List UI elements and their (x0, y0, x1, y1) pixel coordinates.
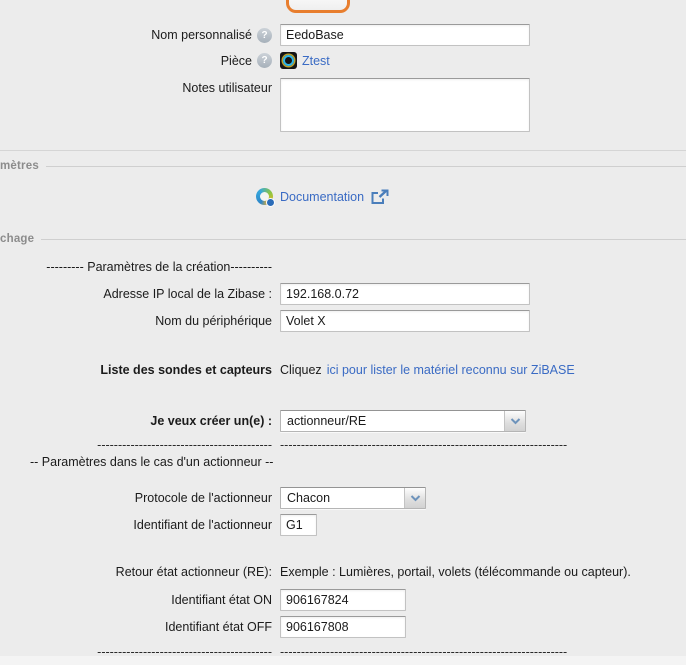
configuration-page: Nom personnalisé ? Pièce ? Ztest Notes u… (0, 0, 686, 665)
state-off-input[interactable] (280, 616, 406, 638)
state-off-row: Identifiant état OFF (0, 616, 686, 638)
sensor-list-link[interactable]: ici pour lister le matériel reconnu sur … (327, 363, 575, 377)
notes-row: Notes utilisateur (0, 78, 686, 132)
notes-label: Notes utilisateur (182, 81, 272, 95)
ip-label: Adresse IP local de la Zibase : (103, 287, 272, 301)
room-link[interactable]: Ztest (302, 54, 330, 68)
create-type-row: Je veux créer un(e) : actionneur/RE (0, 410, 686, 432)
documentation-link[interactable]: Documentation (280, 190, 364, 204)
chevron-down-icon (404, 488, 425, 508)
display-legend-text: chage (0, 233, 34, 245)
actuator-id-label: Identifiant de l'actionneur (133, 518, 272, 532)
create-type-label: Je veux créer un(e) : (150, 414, 272, 428)
section-divider (0, 150, 686, 151)
legend-divider (46, 166, 686, 167)
state-feedback-hint: Exemple : Lumières, portail, volets (tél… (280, 565, 631, 579)
documentation-row: Documentation (256, 188, 389, 205)
cropped-top-button[interactable] (286, 0, 350, 13)
display-section-legend: chage (0, 233, 686, 245)
custom-name-row: Nom personnalisé ? (0, 24, 686, 46)
state-on-label: Identifiant état ON (171, 593, 272, 607)
room-label: Pièce (221, 54, 252, 68)
create-type-value: actionneur/RE (281, 411, 504, 431)
help-icon[interactable]: ? (257, 53, 272, 68)
custom-name-label: Nom personnalisé (151, 28, 252, 42)
protocol-row: Protocole de l'actionneur Chacon (0, 487, 686, 509)
state-feedback-label: Retour état actionneur (RE): (116, 565, 272, 579)
help-icon[interactable]: ? (257, 28, 272, 43)
parameters-legend-text: mètres (0, 160, 39, 172)
external-link-icon (371, 189, 389, 205)
custom-name-input[interactable] (280, 24, 530, 46)
chevron-down-icon (504, 411, 525, 431)
sensor-list-prefix: Cliquez (280, 363, 322, 377)
create-type-select[interactable]: actionneur/RE (280, 410, 526, 432)
ip-input[interactable] (280, 283, 530, 305)
protocol-select[interactable]: Chacon (280, 487, 426, 509)
room-app-icon (280, 52, 297, 69)
creation-header: --------- Paramètres de la création-----… (46, 260, 272, 274)
room-row: Pièce ? Ztest (0, 52, 686, 69)
actuator-id-row: Identifiant de l'actionneur (0, 514, 686, 536)
ip-row: Adresse IP local de la Zibase : (0, 283, 686, 305)
state-on-input[interactable] (280, 589, 406, 611)
separator-right: ----------------------------------------… (280, 438, 567, 452)
notes-textarea[interactable] (280, 78, 530, 132)
state-on-row: Identifiant état ON (0, 589, 686, 611)
actuator-header-row: -- Paramètres dans le cas d'un actionneu… (30, 455, 686, 469)
state-off-label: Identifiant état OFF (165, 620, 272, 634)
dashed-separator: ----------------------------------------… (0, 438, 686, 452)
separator-left: ----------------------------------------… (97, 438, 272, 452)
legend-divider (41, 239, 686, 240)
zibase-logo-icon (256, 188, 273, 205)
state-feedback-row: Retour état actionneur (RE): Exemple : L… (0, 565, 686, 579)
protocol-label: Protocole de l'actionneur (135, 491, 272, 505)
device-name-input[interactable] (280, 310, 530, 332)
actuator-id-input[interactable] (280, 514, 317, 536)
protocol-value: Chacon (281, 488, 404, 508)
bottom-strip (0, 656, 686, 665)
device-name-label: Nom du périphérique (155, 314, 272, 328)
actuator-header: -- Paramètres dans le cas d'un actionneu… (30, 455, 273, 469)
device-name-row: Nom du périphérique (0, 310, 686, 332)
sensor-list-row: Liste des sondes et capteurs Cliquez ici… (0, 363, 686, 377)
creation-header-row: --------- Paramètres de la création-----… (0, 260, 686, 274)
sensor-list-label: Liste des sondes et capteurs (100, 363, 272, 377)
parameters-section-legend: mètres (0, 160, 686, 172)
